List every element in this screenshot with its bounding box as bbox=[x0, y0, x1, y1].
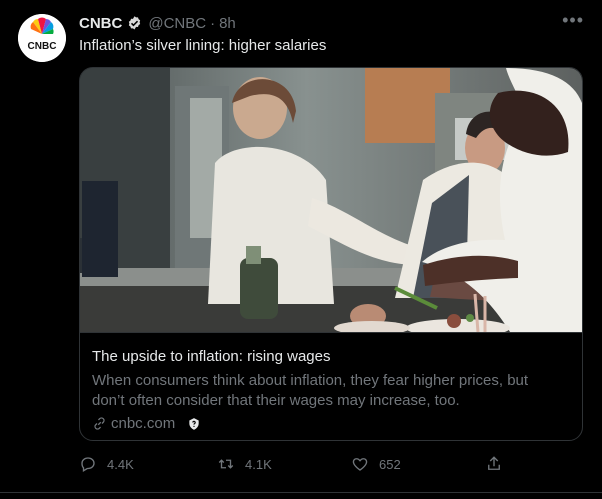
tweet-divider bbox=[0, 492, 602, 493]
card-description: When consumers think about inflation, th… bbox=[92, 372, 529, 409]
account-handle[interactable]: @CNBC bbox=[148, 15, 206, 32]
more-options-icon[interactable]: ••• bbox=[562, 10, 584, 31]
tweet-header: CNBC @CNBC · 8h bbox=[79, 13, 236, 33]
kitchen-photo bbox=[80, 68, 582, 332]
card-domain-row[interactable]: cnbc.com bbox=[92, 415, 201, 432]
logo-text: CNBC bbox=[28, 41, 57, 52]
link-preview-card[interactable]: The upside to inflation: rising wages Wh… bbox=[79, 67, 583, 441]
heart-icon bbox=[352, 458, 368, 471]
tweet-time[interactable]: 8h bbox=[219, 15, 236, 32]
reply-count: 4.4K bbox=[107, 456, 134, 472]
retweet-button[interactable]: 4.1K bbox=[217, 455, 272, 473]
retweet-icon bbox=[218, 459, 234, 469]
card-title[interactable]: The upside to inflation: rising wages bbox=[92, 348, 330, 365]
article-image[interactable] bbox=[80, 68, 582, 332]
reply-icon bbox=[81, 457, 95, 472]
share-button[interactable] bbox=[485, 455, 503, 473]
reply-button[interactable]: 4.4K bbox=[79, 455, 134, 473]
shield-icon bbox=[189, 417, 199, 430]
tweet-actions: 4.4K 4.1K 652 bbox=[79, 455, 519, 475]
card-text-area[interactable]: The upside to inflation: rising wages Wh… bbox=[80, 332, 582, 440]
cnbc-peacock-logo: CNBC bbox=[18, 14, 66, 62]
link-icon bbox=[94, 417, 105, 430]
like-button[interactable]: 652 bbox=[351, 455, 401, 473]
tweet-text: Inflation’s silver lining: higher salari… bbox=[79, 37, 327, 54]
tweet[interactable]: CNBC CNBC @CNBC · 8h ••• Inflation’s sil… bbox=[0, 0, 602, 499]
cnbc-avatar[interactable]: CNBC bbox=[18, 14, 66, 62]
retweet-count: 4.1K bbox=[245, 456, 272, 472]
like-count: 652 bbox=[379, 456, 401, 472]
verified-badge-icon bbox=[126, 15, 143, 32]
share-icon bbox=[488, 456, 500, 470]
separator-dot: · bbox=[210, 14, 216, 32]
card-domain[interactable]: cnbc.com bbox=[111, 415, 175, 432]
account-name[interactable]: CNBC bbox=[79, 15, 122, 32]
